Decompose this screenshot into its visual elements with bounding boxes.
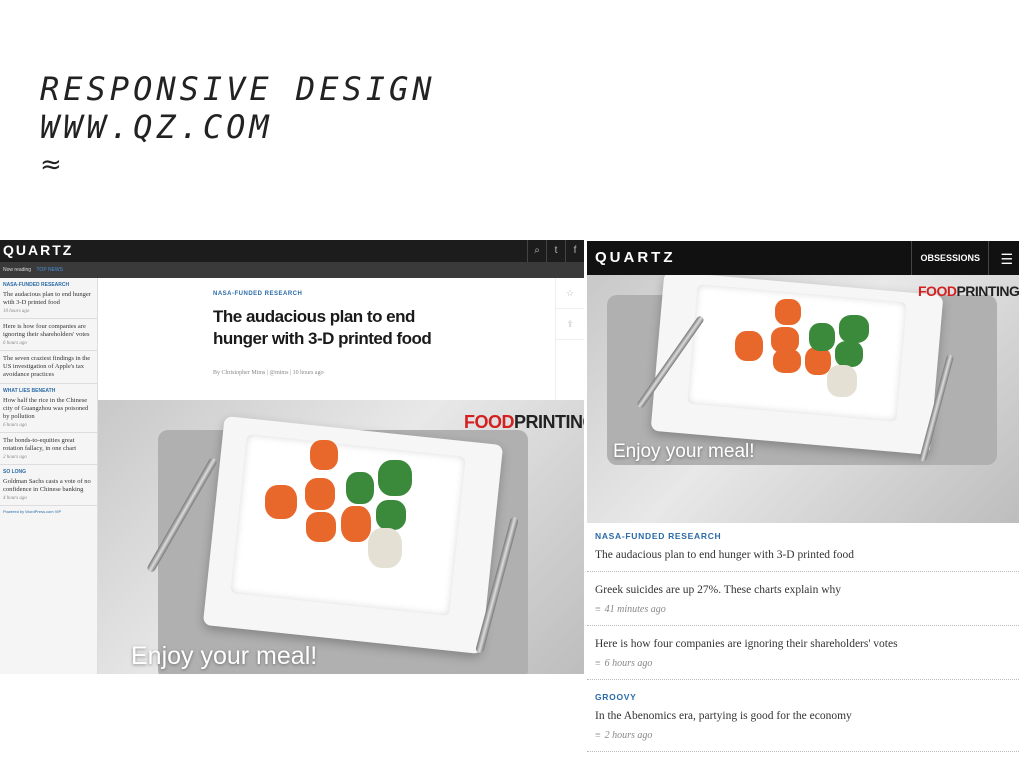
list-item[interactable]: NASA-FUNDED RESEARCH The audacious plan … xyxy=(587,523,1019,572)
sidebar-item-category: NASA-FUNDED RESEARCH xyxy=(3,282,70,288)
desktop-screenshot: QUARTZ ⌕ t f Now reading TOP NEWS NASA-F… xyxy=(0,240,584,674)
desktop-logo[interactable]: QUARTZ xyxy=(3,242,73,258)
list-item-time-text: 41 minutes ago xyxy=(604,604,666,615)
sidebar-item-time: 2 hours ago xyxy=(3,455,27,460)
sidebar-item-title[interactable]: Goldman Sachs casts a vote of no confide… xyxy=(3,478,94,494)
list-item[interactable]: Greek suicides are up 27%. These charts … xyxy=(587,572,1019,626)
sidebar-item-category: WHAT LIES BENEATH xyxy=(3,388,56,394)
star-icon[interactable]: ☆ xyxy=(556,278,584,309)
sidebar-item[interactable]: SO LONG Goldman Sachs casts a vote of no… xyxy=(0,465,97,506)
list-item-category[interactable]: NASA-FUNDED RESEARCH xyxy=(595,531,1011,541)
food-printing-logo: FOODPRINTING xyxy=(918,283,1019,299)
facebook-icon[interactable]: f xyxy=(565,240,584,262)
menu-icon[interactable]: ☰ xyxy=(1000,251,1013,268)
mobile-article-list: NASA-FUNDED RESEARCH The audacious plan … xyxy=(587,523,1019,752)
food-piece xyxy=(341,506,371,542)
food-piece xyxy=(346,472,374,504)
desktop-header: QUARTZ ⌕ t f xyxy=(0,240,584,262)
food-piece xyxy=(805,347,831,375)
sidebar-item-time: 6 hours ago xyxy=(3,341,27,346)
food-piece xyxy=(839,315,869,343)
sidebar-item-title[interactable]: The audacious plan to end hunger with 3-… xyxy=(3,291,94,307)
top-news-link[interactable]: TOP NEWS xyxy=(36,267,63,273)
desktop-subbar: Now reading TOP NEWS xyxy=(0,262,584,278)
sidebar-item-time: 10 hours ago xyxy=(3,309,30,314)
food-piece xyxy=(827,365,857,397)
list-item-title[interactable]: Greek suicides are up 27%. These charts … xyxy=(595,584,1011,596)
food-piece xyxy=(773,349,801,373)
food-piece xyxy=(310,440,338,470)
timestamp-icon: ≡ xyxy=(595,658,601,669)
list-item-category[interactable]: GROOVY xyxy=(595,692,1011,702)
sidebar-item-title[interactable]: How half the rice in the Chinese city of… xyxy=(3,397,94,421)
food-printing-logo: FOODPRINTING xyxy=(464,412,584,433)
sidebar-item-category: SO LONG xyxy=(3,469,27,475)
share-icon[interactable]: ⇪ xyxy=(556,309,584,340)
sidebar-item-time: 4 hours ago xyxy=(3,496,27,501)
list-item-time-text: 6 hours ago xyxy=(604,658,653,669)
timestamp-icon: ≡ xyxy=(595,730,601,741)
image-caption: Enjoy your meal! xyxy=(613,441,755,462)
food-piece xyxy=(376,500,406,530)
sidebar-item[interactable]: Here is how four companies are ignoring … xyxy=(0,319,97,351)
timestamp-icon: ≡ xyxy=(595,604,601,615)
desktop-article-header: NASA-FUNDED RESEARCH The audacious plan … xyxy=(98,278,556,400)
list-item-time-text: 2 hours ago xyxy=(604,730,653,741)
brand-food: FOOD xyxy=(918,283,957,299)
food-piece xyxy=(265,485,297,519)
list-item-time: ≡ 41 minutes ago xyxy=(595,604,1011,615)
food-piece xyxy=(306,512,336,542)
approx-symbol: ≈ xyxy=(40,150,62,180)
mobile-header: QUARTZ OBSESSIONS ☰ xyxy=(587,241,1019,275)
food-piece xyxy=(735,331,763,361)
list-item[interactable]: Here is how four companies are ignoring … xyxy=(587,626,1019,680)
sidebar-item-title[interactable]: The seven craziest findings in the US in… xyxy=(3,355,94,379)
brand-printing: PRINTING xyxy=(514,412,584,432)
mobile-hero-image: FOODPRINTING Enjoy your meal! xyxy=(587,275,1019,523)
mobile-screenshot: QUARTZ OBSESSIONS ☰ FOODPRINTING Enjoy y… xyxy=(587,241,1019,766)
article-headline: The audacious plan to end hunger with 3-… xyxy=(213,307,432,348)
list-item-title[interactable]: Here is how four companies are ignoring … xyxy=(595,638,1011,650)
food-piece xyxy=(368,528,402,568)
brand-printing: PRINTING xyxy=(956,283,1019,299)
desktop-hero-image: FOODPRINTING Enjoy your meal! xyxy=(98,400,584,674)
desktop-sidebar: NASA-FUNDED RESEARCH The audacious plan … xyxy=(0,278,98,674)
sidebar-item-title[interactable]: The bonds-to-equities great rotation fal… xyxy=(3,437,94,453)
mobile-logo[interactable]: QUARTZ xyxy=(595,249,676,266)
food-piece xyxy=(835,341,863,367)
food-piece xyxy=(809,323,835,351)
search-icon[interactable]: ⌕ xyxy=(527,240,546,262)
image-caption: Enjoy your meal! xyxy=(131,642,318,670)
desktop-header-icons: ⌕ t f xyxy=(527,240,584,262)
food-piece xyxy=(305,478,335,510)
twitter-icon[interactable]: t xyxy=(546,240,565,262)
slide-title-line-2: WWW.QZ.COM xyxy=(40,108,273,146)
now-reading-label: Now reading xyxy=(3,267,32,273)
slide-title-line-1: RESPONSIVE DESIGN xyxy=(40,70,436,108)
obsessions-button[interactable]: OBSESSIONS xyxy=(911,241,989,275)
list-item[interactable]: GROOVY In the Abenomics era, partying is… xyxy=(587,680,1019,752)
sidebar-item-time: 6 hours ago xyxy=(3,423,27,428)
food-piece xyxy=(378,460,412,496)
list-item-title[interactable]: The audacious plan to end hunger with 3-… xyxy=(595,549,1011,561)
food-piece xyxy=(775,299,801,325)
article-category[interactable]: NASA-FUNDED RESEARCH xyxy=(213,291,302,297)
powered-by-link[interactable]: Powered by WordPress.com VIP xyxy=(0,506,97,517)
list-item-time: ≡ 2 hours ago xyxy=(595,730,1011,741)
list-item-title[interactable]: In the Abenomics era, partying is good f… xyxy=(595,710,1011,722)
list-item-time: ≡ 6 hours ago xyxy=(595,658,1011,669)
article-byline: By Christopher Mims | @mims | 10 hours a… xyxy=(213,370,324,376)
slide-title: RESPONSIVE DESIGN WWW.QZ.COM xyxy=(40,70,436,146)
sidebar-item[interactable]: The bonds-to-equities great rotation fal… xyxy=(0,433,97,465)
sidebar-item[interactable]: NASA-FUNDED RESEARCH The audacious plan … xyxy=(0,278,97,319)
sidebar-item-title[interactable]: Here is how four companies are ignoring … xyxy=(3,323,94,339)
desktop-share-rail: ☆ ⇪ xyxy=(555,278,584,400)
sidebar-item[interactable]: The seven craziest findings in the US in… xyxy=(0,351,97,384)
sidebar-item[interactable]: WHAT LIES BENEATH How half the rice in t… xyxy=(0,384,97,433)
brand-food: FOOD xyxy=(464,412,515,432)
